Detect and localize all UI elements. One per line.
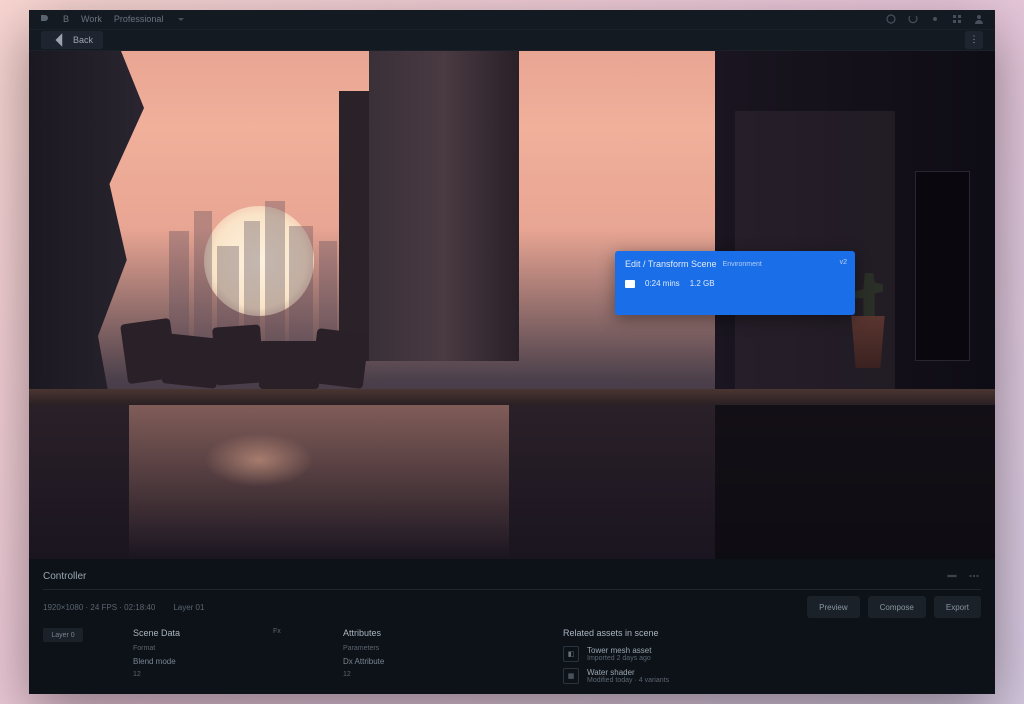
- info-panel[interactable]: Edit / Transform Scene Environment v2 0:…: [615, 251, 855, 315]
- preview-button[interactable]: Preview: [807, 596, 859, 618]
- compose-button[interactable]: Compose: [868, 596, 926, 618]
- col1-line2: 12: [133, 671, 253, 678]
- panel-stat-1: 0:24 mins: [645, 279, 680, 288]
- meta-layer: Layer 01: [173, 603, 204, 612]
- chevron-left-icon: [51, 31, 69, 49]
- col3-line1: Fx: [273, 628, 323, 635]
- settings-icon[interactable]: [929, 13, 941, 25]
- panel-title: Edit / Transform Scene: [625, 259, 717, 269]
- menu-work[interactable]: Work: [81, 14, 102, 24]
- export-button[interactable]: Export: [934, 596, 981, 618]
- back-button[interactable]: Back: [41, 31, 103, 49]
- bottom-panel: Controller 1920×1080 · 24 FPS · 02:18:40…: [29, 559, 995, 694]
- dropdown-icon[interactable]: [175, 13, 187, 25]
- title-bar: B Work Professional: [29, 10, 995, 30]
- col-attributes: Attributes Parameters Dx Attribute 12: [343, 628, 483, 684]
- col1-header: Scene Data: [133, 628, 253, 638]
- col-mid: Fx: [273, 628, 323, 684]
- app-logo-icon: [39, 13, 51, 25]
- panel-stat-2: 1.2 GB: [690, 279, 715, 288]
- meta-resolution: 1920×1080 · 24 FPS · 02:18:40: [43, 603, 155, 612]
- list-item-title: Water shader: [587, 668, 669, 677]
- refresh-icon[interactable]: [907, 13, 919, 25]
- panel-badge: v2: [840, 259, 847, 266]
- list-item-icon: ◧: [563, 646, 579, 662]
- col-scene-data: Scene Data Format Blend mode 12: [133, 628, 253, 684]
- logo-letter: B: [63, 14, 69, 24]
- col2-sub: Parameters: [343, 645, 483, 652]
- col1-line1: Blend mode: [133, 657, 253, 666]
- expand-icon[interactable]: [945, 569, 959, 583]
- related-list: Related assets in scene ◧ Tower mesh ass…: [563, 628, 981, 684]
- list-item[interactable]: ▦ Water shaderModified today · 4 variant…: [563, 668, 981, 684]
- layer-tag[interactable]: Layer 0: [43, 628, 83, 642]
- rlist-header: Related assets in scene: [563, 628, 981, 638]
- col1-sub: Format: [133, 645, 253, 652]
- app-window: B Work Professional Back ⋮: [29, 10, 995, 694]
- list-item[interactable]: ◧ Tower mesh assetImported 2 days ago: [563, 646, 981, 662]
- options-button[interactable]: ⋮: [965, 31, 983, 49]
- tab-controller[interactable]: Controller: [43, 571, 86, 582]
- list-item-icon: ▦: [563, 668, 579, 684]
- col2-header: Attributes: [343, 628, 483, 638]
- col2-line2: 12: [343, 671, 483, 678]
- list-item-title: Tower mesh asset: [587, 646, 651, 655]
- file-icon: [625, 280, 635, 288]
- more-icon[interactable]: [967, 569, 981, 583]
- water-reflection: [29, 405, 995, 559]
- list-item-desc: Modified today · 4 variants: [587, 677, 669, 684]
- col2-line1: Dx Attribute: [343, 657, 483, 666]
- user-icon[interactable]: [973, 13, 985, 25]
- back-label: Back: [73, 35, 93, 45]
- toolbar: Back ⋮: [29, 30, 995, 51]
- sync-icon[interactable]: [885, 13, 897, 25]
- list-item-desc: Imported 2 days ago: [587, 655, 651, 662]
- grid-icon[interactable]: [951, 13, 963, 25]
- viewport-canvas[interactable]: Edit / Transform Scene Environment v2 0:…: [29, 51, 995, 559]
- menu-professional[interactable]: Professional: [114, 14, 164, 24]
- door-shape: [915, 171, 970, 361]
- panel-subtitle: Environment: [723, 261, 762, 268]
- ledge-shape: [29, 389, 995, 405]
